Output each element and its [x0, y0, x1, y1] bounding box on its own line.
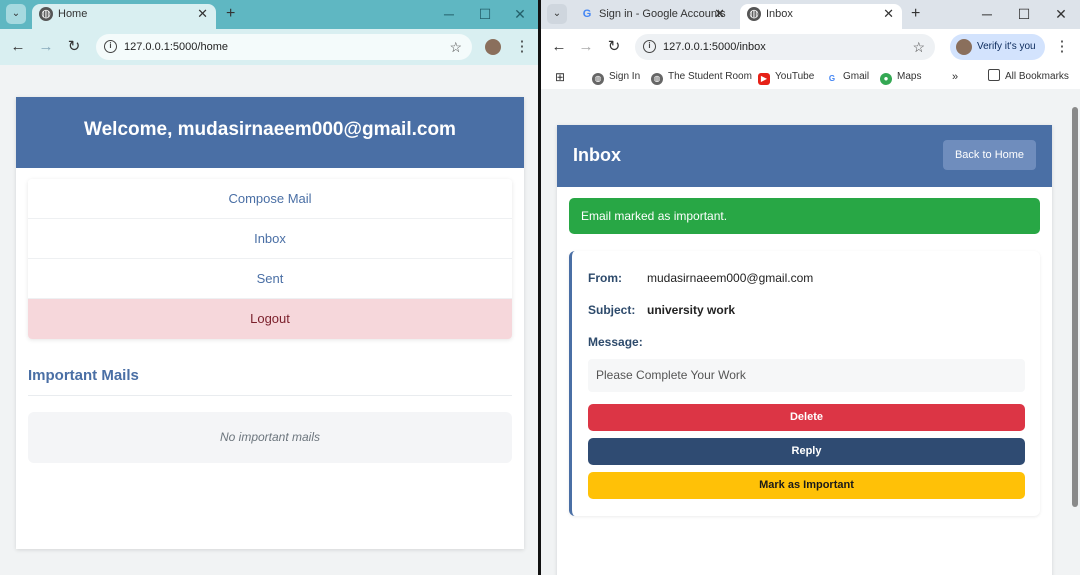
sent-link[interactable]: Sent [28, 259, 512, 299]
close-icon[interactable]: ✕ [197, 4, 208, 24]
address-url: 127.0.0.1:5000/home [124, 41, 228, 53]
globe-icon: ◍ [39, 7, 53, 21]
close-icon[interactable]: ✕ [714, 4, 725, 24]
left-page-viewport: Welcome, mudasirnaeem000@gmail.com Compo… [0, 65, 538, 575]
close-icon[interactable]: ✕ [883, 4, 894, 24]
tab-home[interactable]: ◍ Home ✕ [32, 4, 216, 30]
star-icon[interactable]: ☆ [449, 34, 462, 60]
from-value: mudasirnaeem000@gmail.com [647, 271, 814, 285]
new-tab-button[interactable]: + [911, 4, 920, 24]
address-url: 127.0.0.1:5000/inbox [663, 41, 766, 53]
email-card: From: mudasirnaeem000@gmail.com Subject:… [569, 251, 1040, 516]
tab-home-title: Home [58, 8, 88, 20]
inbox-header: Inbox Back to Home [557, 125, 1052, 187]
kebab-menu-icon[interactable]: ⋮ [512, 37, 532, 57]
profile-label: Verify it's you [977, 41, 1036, 52]
maximize-button[interactable]: ☐ [476, 4, 494, 24]
logout-link[interactable]: Logout [28, 299, 512, 339]
success-alert: Email marked as important. [569, 198, 1040, 234]
inbox-link[interactable]: Inbox [28, 219, 512, 259]
from-label: From: [588, 271, 622, 285]
tab-inbox[interactable]: ◍ Inbox ✕ [740, 4, 902, 30]
bookmark-label: Sign In [609, 71, 641, 82]
important-mails-heading: Important Mails [28, 367, 139, 384]
bookmark-sign-in[interactable]: ◍ Sign In [592, 69, 640, 85]
google-icon: G [582, 8, 592, 20]
left-toolbar: ← → ↻ i 127.0.0.1:5000/home ☆ ⋮ [0, 29, 538, 65]
bookmark-youtube[interactable]: ▶ YouTube [758, 69, 814, 85]
vertical-scrollbar[interactable] [1071, 103, 1079, 573]
message-body: Please Complete Your Work [588, 359, 1025, 392]
bookmark-label: All Bookmarks [1005, 71, 1069, 82]
bookmark-label: Maps [897, 71, 922, 82]
empty-state-message: No important mails [28, 412, 512, 463]
address-bar[interactable]: i 127.0.0.1:5000/inbox ☆ [635, 34, 935, 60]
bookmark-student-room[interactable]: ◍ The Student Room [651, 69, 752, 85]
mark-important-button[interactable]: Mark as Important [588, 472, 1025, 499]
tab-inbox-title: Inbox [766, 8, 793, 20]
message-label: Message: [588, 335, 643, 349]
avatar[interactable] [485, 39, 501, 55]
star-icon[interactable]: ☆ [912, 34, 925, 60]
bookmark-label: YouTube [775, 71, 815, 82]
minimize-button[interactable]: ─ [440, 4, 458, 24]
apps-grid-icon[interactable]: ⊞ [555, 69, 565, 85]
welcome-header: Welcome, mudasirnaeem000@gmail.com [16, 97, 524, 168]
subject-value: university work [647, 303, 736, 317]
forward-arrow-icon[interactable]: → [36, 37, 56, 57]
back-to-home-button[interactable]: Back to Home [943, 140, 1036, 170]
bookmark-gmail[interactable]: G Gmail [826, 69, 869, 85]
right-tab-strip: ⌄ G Sign in - Google Accounts ✕ ◍ Inbox … [541, 0, 1080, 30]
window-close-button[interactable]: ✕ [1052, 4, 1070, 24]
tab-search-button[interactable]: ⌄ [547, 4, 567, 24]
new-tab-button[interactable]: + [226, 4, 235, 24]
main-menu: Compose Mail Inbox Sent Logout [28, 179, 512, 339]
folder-icon [988, 69, 1000, 81]
delete-button[interactable]: Delete [588, 404, 1025, 431]
avatar [956, 39, 972, 55]
back-arrow-icon[interactable]: ← [8, 37, 28, 57]
window-close-button[interactable]: ✕ [511, 4, 529, 24]
profile-verify-chip[interactable]: Verify it's you [950, 34, 1045, 60]
reply-button[interactable]: Reply [588, 438, 1025, 465]
bookmark-label: Gmail [843, 71, 870, 82]
compose-mail-link[interactable]: Compose Mail [28, 179, 512, 219]
info-icon[interactable]: i [643, 40, 656, 53]
kebab-menu-icon[interactable]: ⋮ [1052, 37, 1072, 57]
tab-search-button[interactable]: ⌄ [6, 4, 26, 24]
minimize-button[interactable]: ─ [978, 4, 996, 24]
more-bookmarks-chevron-icon[interactable]: » [952, 69, 958, 85]
bookmarks-bar: ⊞ ◍ Sign In ◍ The Student Room ▶ YouTube GG… [541, 65, 1080, 89]
page-title: Inbox [573, 145, 621, 165]
globe-icon: ◍ [651, 73, 663, 85]
bookmark-maps[interactable]: ● Maps [880, 69, 921, 85]
info-icon[interactable]: i [104, 40, 117, 53]
left-browser-window: ⌄ ◍ Home ✕ + ─ ☐ ✕ ← → ↻ i 127.0.0.1:500… [0, 0, 538, 575]
subject-label: Subject: [588, 303, 636, 317]
youtube-icon: ▶ [758, 73, 770, 85]
maps-pin-icon: ● [880, 73, 892, 85]
bookmark-label: The Student Room [668, 71, 752, 82]
google-icon: G [828, 74, 836, 83]
bookmark-all[interactable]: All Bookmarks [988, 69, 1069, 85]
forward-arrow-icon[interactable]: → [576, 37, 596, 57]
reload-icon[interactable]: ↻ [64, 37, 84, 57]
right-toolbar: ← → ↻ i 127.0.0.1:5000/inbox ☆ Verify it… [541, 29, 1080, 65]
tab-google-signin[interactable]: G Sign in - Google Accounts ✕ [573, 4, 733, 30]
inbox-container: Inbox Back to Home Email marked as impor… [557, 125, 1052, 575]
scrollbar-thumb[interactable] [1072, 107, 1078, 507]
divider [28, 395, 512, 396]
right-page-viewport: Inbox Back to Home Email marked as impor… [541, 89, 1080, 575]
left-tab-strip: ⌄ ◍ Home ✕ + ─ ☐ ✕ [0, 0, 538, 30]
right-browser-window: ⌄ G Sign in - Google Accounts ✕ ◍ Inbox … [541, 0, 1080, 575]
address-bar[interactable]: i 127.0.0.1:5000/home ☆ [96, 34, 472, 60]
back-arrow-icon[interactable]: ← [549, 37, 569, 57]
home-container: Welcome, mudasirnaeem000@gmail.com Compo… [16, 97, 524, 549]
maximize-button[interactable]: ☐ [1015, 4, 1033, 24]
tab-google-signin-title: Sign in - Google Accounts [599, 8, 726, 20]
globe-icon: ◍ [592, 73, 604, 85]
globe-icon: ◍ [747, 7, 761, 21]
reload-icon[interactable]: ↻ [604, 37, 624, 57]
